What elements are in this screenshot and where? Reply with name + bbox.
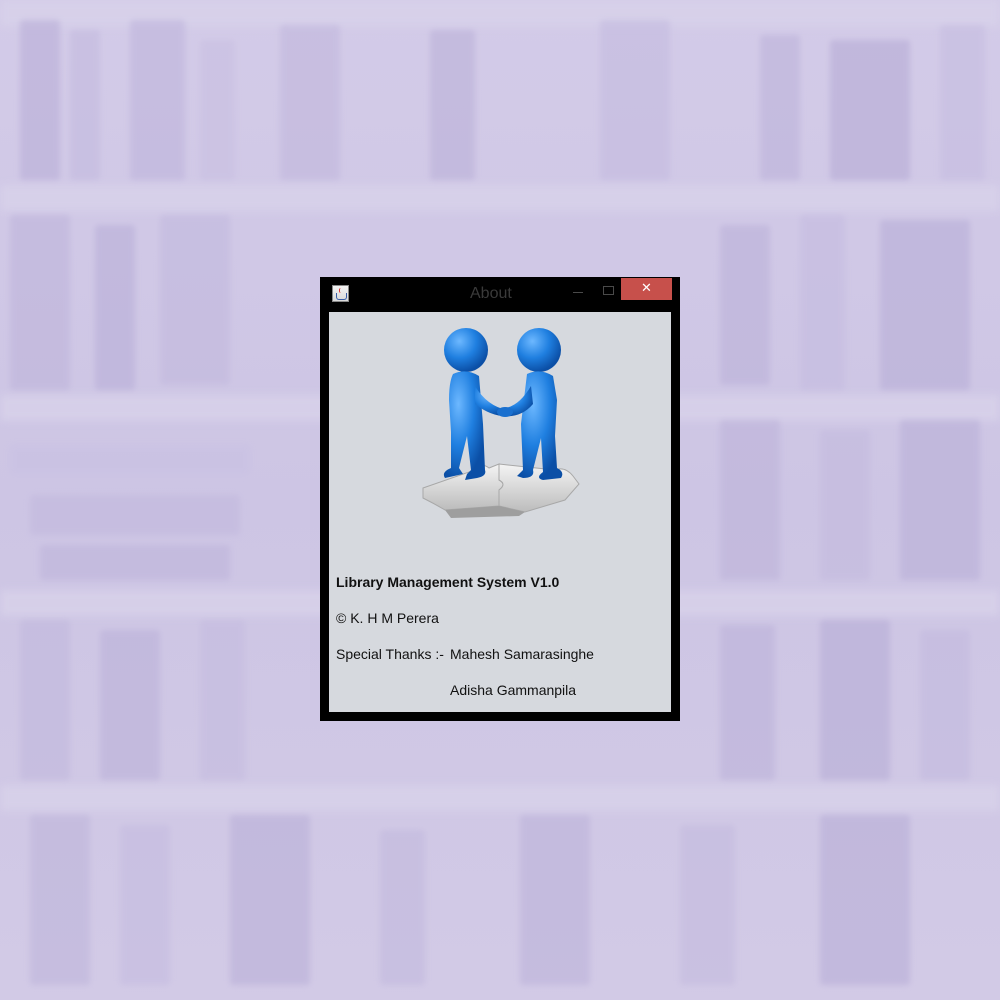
java-app-icon (332, 285, 349, 302)
special-thanks-label: Special Thanks :- (336, 646, 444, 662)
close-icon: ✕ (641, 281, 652, 296)
title-bar[interactable]: About ✕ (320, 277, 680, 311)
dialog-content: Library Management System V1.0 © K. H M … (329, 312, 671, 712)
minimize-button[interactable] (566, 281, 592, 301)
window-title: About (470, 285, 512, 302)
product-name: Library Management System V1.0 (336, 574, 560, 590)
maximize-button[interactable] (596, 281, 622, 301)
thanks-name-1: Mahesh Samarasinghe (450, 646, 594, 662)
about-dialog: About ✕ Library Management System V1.0 ©… (320, 277, 680, 721)
copyright-text: © K. H M Perera (336, 610, 439, 626)
handshake-puzzle-icon (422, 328, 580, 518)
close-button[interactable]: ✕ (621, 278, 672, 300)
thanks-name-2: Adisha Gammanpila (450, 682, 577, 698)
